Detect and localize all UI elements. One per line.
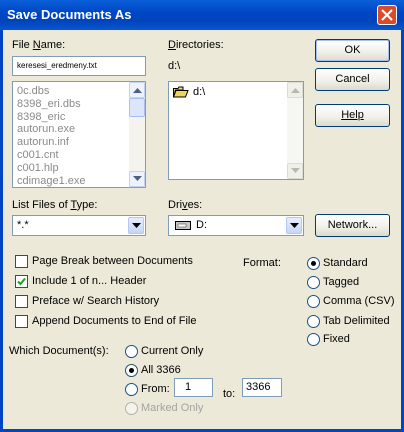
scroll-down-button[interactable] — [287, 163, 303, 179]
help-button[interactable]: Help — [315, 104, 390, 127]
scroll-thumb[interactable] — [129, 98, 145, 117]
format-label-text: Standard — [323, 257, 368, 269]
file-list[interactable]: 0c.dbs 8398_eri.dbs 8398_eric autorun.exe au… — [12, 81, 146, 188]
arrow-up-icon — [291, 88, 300, 93]
format-label-text: Tagged — [323, 276, 360, 288]
file-list-item[interactable]: cdimage1.exe — [17, 175, 86, 187]
drive-icon — [175, 221, 191, 230]
radio-button[interactable] — [307, 257, 320, 270]
radio-label: All 3366 — [141, 364, 181, 376]
file-list-item[interactable]: autorun.inf — [17, 136, 69, 148]
radio-button[interactable] — [125, 383, 138, 396]
scroll-down-button[interactable] — [129, 171, 145, 187]
close-icon — [381, 9, 393, 21]
to-label: to: — [223, 388, 236, 400]
cancel-button[interactable]: Cancel — [315, 68, 390, 91]
drive-dropdown-button[interactable] — [286, 217, 302, 234]
checkmark-icon — [17, 277, 26, 286]
arrow-up-icon — [133, 88, 142, 93]
radio-label: From: — [141, 383, 170, 395]
radio-dot — [311, 261, 316, 266]
file-type-dropdown[interactable]: *.* — [12, 215, 146, 236]
from-input[interactable]: 1 — [174, 378, 213, 397]
file-name-label: File Name: — [12, 39, 66, 51]
open-folder-icon — [173, 86, 189, 98]
format-label-text: Comma (CSV) — [323, 295, 395, 307]
to-input[interactable]: 3366 — [242, 378, 282, 397]
arrow-down-icon — [291, 168, 300, 173]
current-path: d:\ — [168, 60, 181, 72]
option-label: Include 1 of n... Header — [32, 275, 147, 287]
radio-label: Marked Only — [141, 402, 204, 414]
radio-button[interactable] — [307, 333, 320, 346]
file-list-item[interactable]: 8398_eric — [17, 111, 65, 123]
file-type-value: *.* — [17, 219, 29, 231]
option-label: Append Documents to End of File — [32, 315, 197, 327]
which-documents-label: Which Document(s): — [9, 345, 109, 357]
file-list-item[interactable]: c001.hlp — [17, 162, 59, 174]
directory-list[interactable]: d:\ — [168, 81, 304, 180]
file-name-value: keresesi_eredmeny.txt — [17, 61, 97, 70]
checkbox[interactable] — [15, 275, 28, 288]
arrow-down-icon — [133, 176, 142, 181]
chevron-down-icon — [290, 223, 299, 228]
radio-button[interactable] — [125, 364, 138, 377]
chevron-down-icon — [132, 223, 141, 228]
format-label: Format: — [243, 257, 281, 269]
scroll-up-button[interactable] — [287, 82, 303, 98]
checkbox[interactable] — [15, 255, 28, 268]
list-type-label: List Files of Type: — [12, 199, 98, 211]
directory-scrollbar[interactable] — [287, 82, 303, 179]
from-value: 1 — [185, 381, 192, 393]
radio-label: Current Only — [141, 345, 204, 357]
radio-button — [125, 402, 138, 415]
file-list-item[interactable]: 8398_eri.dbs — [17, 98, 81, 110]
checkbox[interactable] — [15, 315, 28, 328]
file-type-dropdown-button[interactable] — [128, 217, 144, 234]
file-list-item[interactable]: c001.cnt — [17, 149, 59, 161]
directories-label: Directories: — [168, 39, 224, 51]
file-name-input[interactable]: keresesi_eredmeny.txt — [12, 56, 146, 76]
radio-button[interactable] — [125, 345, 138, 358]
ok-button[interactable]: OK — [315, 39, 390, 62]
radio-button[interactable] — [307, 315, 320, 328]
drive-dropdown[interactable]: D: — [168, 215, 304, 236]
window-title: Save Documents As — [7, 7, 132, 22]
radio-button[interactable] — [307, 276, 320, 289]
file-list-scrollbar[interactable] — [129, 82, 145, 187]
to-value: 3366 — [246, 381, 271, 393]
radio-dot — [129, 368, 134, 373]
title-bar[interactable]: Save Documents As — [0, 0, 404, 30]
network-button[interactable]: Network... — [315, 214, 390, 237]
drives-label: Drives: — [168, 199, 203, 211]
scroll-up-button[interactable] — [129, 82, 145, 98]
file-list-item[interactable]: 0c.dbs — [17, 85, 49, 97]
drive-value: D: — [196, 219, 207, 231]
close-button[interactable] — [377, 5, 397, 25]
format-label-text: Tab Delimited — [323, 315, 390, 327]
option-label: Page Break between Documents — [32, 255, 193, 267]
checkbox[interactable] — [15, 295, 28, 308]
file-list-item[interactable]: autorun.exe — [17, 123, 75, 135]
directory-item-label: d:\ — [193, 86, 206, 98]
format-label-text: Fixed — [323, 333, 350, 345]
radio-button[interactable] — [307, 295, 320, 308]
option-label: Preface w/ Search History — [32, 295, 160, 307]
